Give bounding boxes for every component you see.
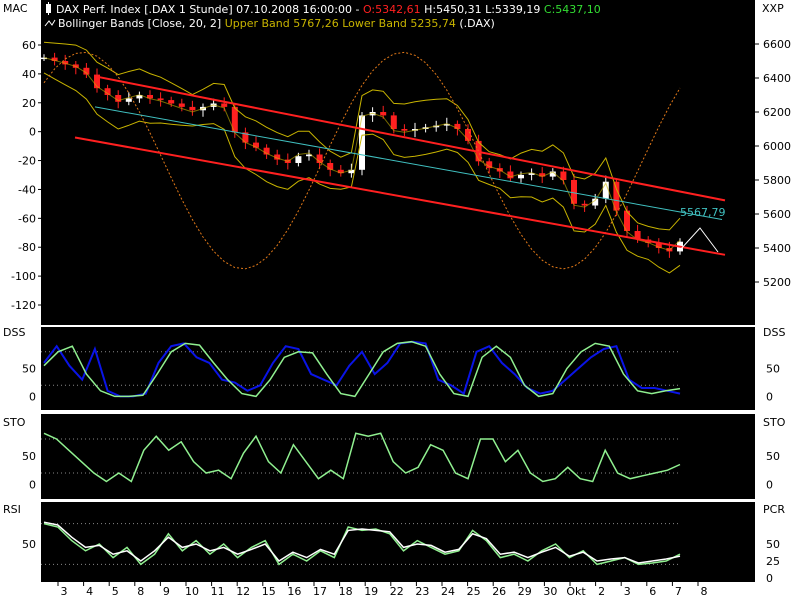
x-axis-tick: 22 [390,585,404,598]
right-axis-tick: 5200 [763,276,791,289]
header-instrument-line: DAX Perf. Index [.DAX 1 Stunde] 07.10.20… [56,3,601,16]
x-axis-tick: 3 [61,585,68,598]
x-axis-tick: 30 [543,585,557,598]
left-axis-tick: -100 [11,270,36,283]
candle-body [380,112,387,116]
dss-right-label: DSS [763,326,785,339]
osc-left-tick: 0 [29,390,36,403]
right-axis-tick: 5400 [763,242,791,255]
dss-panel[interactable] [41,327,755,410]
osc-left-tick: 50 [22,450,36,463]
right-axis-tick: 6400 [763,72,791,85]
candle-body [178,103,185,107]
header-span-2: H:5450,31 L:5339,19 [421,3,544,16]
osc-left-tick: 50 [22,538,36,551]
left-axis-tick: 40 [22,68,36,81]
x-axis-tick: 18 [339,585,353,598]
right-axis-tick: 6000 [763,140,791,153]
candle-body [295,156,302,163]
x-axis-tick: 7 [675,585,682,598]
dss-left-label: DSS [3,326,25,339]
candle-body [390,115,397,129]
x-axis-tick: 3 [624,585,631,598]
header-span-3: C:5437,10 [544,3,601,16]
regression-price-label: 5567,79 [680,206,726,219]
osc-left-tick: 50 [22,363,36,376]
right-axis-tick: 6200 [763,106,791,119]
osc-left-tick: 0 [29,478,36,491]
osc-right-tick: 50 [766,363,780,376]
header-span-1: Upper Band 5767,26 Lower Band 5235,74 [225,17,456,30]
x-axis-tick: 9 [163,585,170,598]
osc-right-tick: 25 [766,555,780,568]
rsi-left-label: RSI [3,503,21,516]
dax-chart: DAX Perf. Index [.DAX 1 Stunde] 07.10.20… [0,0,800,600]
x-axis-tick: 17 [313,585,327,598]
candle-body [125,98,132,102]
left-axis-tick: -60 [18,212,36,225]
x-axis-tick: 26 [492,585,506,598]
header-span-1: O:5342,61 [363,3,421,16]
x-axis-tick: Okt [566,585,586,598]
osc-right-tick: 0 [766,572,773,585]
main-panel[interactable] [41,0,755,325]
left-axis-tick: -20 [18,155,36,168]
header-span-0: DAX Perf. Index [.DAX 1 Stunde] 07.10.20… [56,3,363,16]
right-axis-tick: 5600 [763,208,791,221]
osc-right-tick: 50 [766,450,780,463]
header-span-2: (.DAX) [456,17,495,30]
x-axis-tick: 8 [137,585,144,598]
right-axis-tick: 5800 [763,174,791,187]
x-axis-tick: 19 [364,585,378,598]
left-axis-tick: -80 [18,241,36,254]
osc-right-tick: 0 [766,478,773,491]
x-axis-tick: 5 [112,585,119,598]
candle-body [401,129,408,131]
x-axis-tick: 16 [287,585,301,598]
x-axis-tick: 24 [441,585,455,598]
main-right-label: XXP [762,2,784,15]
main-left-label: MAC [3,2,28,15]
x-axis-tick: 4 [86,585,93,598]
x-axis-tick: 25 [467,585,481,598]
x-axis-tick: 29 [518,585,532,598]
left-axis-tick: -120 [11,299,36,312]
sto-panel[interactable] [41,414,755,499]
sto-left-label: STO [3,416,26,429]
x-axis-tick: 11 [211,585,225,598]
x-axis-tick: 8 [701,585,708,598]
left-axis-tick: -40 [18,183,36,196]
left-axis-tick: 0 [29,126,36,139]
candle-body [359,115,365,170]
left-axis-tick: 60 [22,39,36,52]
rsi-right-label: PCR [763,503,785,516]
x-axis-tick: 2 [598,585,605,598]
x-axis-tick: 12 [236,585,250,598]
left-axis-tick: 20 [22,97,36,110]
x-axis-tick: 10 [185,585,199,598]
candle-body [189,106,196,111]
x-axis-tick: 6 [649,585,656,598]
candle-body [518,174,524,179]
candle-body [157,98,164,101]
osc-right-tick: 50 [766,538,780,551]
right-axis-tick: 6600 [763,38,791,51]
x-axis-tick: 23 [415,585,429,598]
header-span-0: Bollinger Bands [Close, 20, 2] [58,17,225,30]
candle-body [168,100,175,104]
osc-right-tick: 0 [766,390,773,403]
sto-right-label: STO [763,416,786,429]
header-indicator-line: Bollinger Bands [Close, 20, 2] Upper Ban… [58,17,495,30]
candle-body [221,103,228,107]
x-axis-tick: 15 [262,585,276,598]
